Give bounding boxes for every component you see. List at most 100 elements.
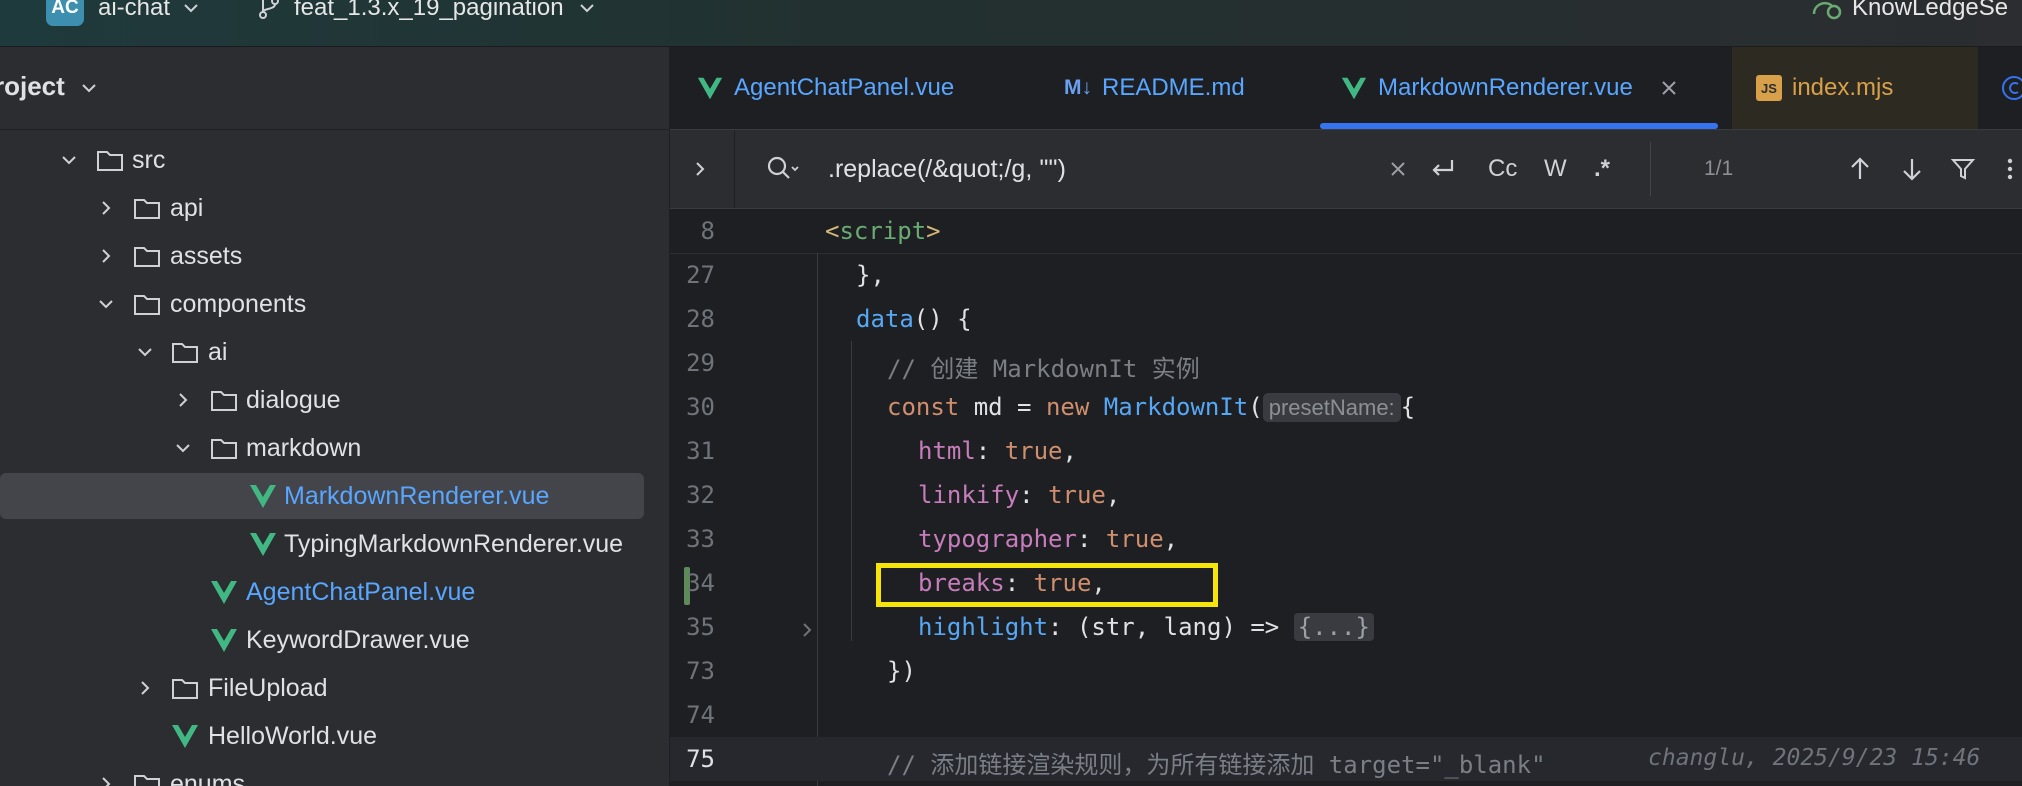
next-occurrence-button[interactable] [1900,130,1924,208]
code-editor[interactable]: 8 <script> 27 }, 28 data() { 29 // 创建 Ma… [670,209,2022,786]
tree-item-fileupload[interactable]: FileUpload [0,665,669,711]
code-line[interactable]: 35 highlight: (str, lang) => {...} [670,605,2022,649]
clear-search-button[interactable] [1388,130,1408,208]
tree-item-src[interactable]: src [0,137,669,183]
vue-icon [1341,77,1367,100]
tree-item-ai[interactable]: ai [0,329,669,375]
project-panel-header: roject [0,47,669,130]
code-text: }) [887,657,916,685]
line-number: 73 [686,657,715,685]
vue-file-icon [170,721,200,751]
tab-label: AgentChatPanel.vue [734,74,955,101]
tree-item-label: api [170,193,204,222]
line-number: 74 [686,701,715,729]
tree-item-typing-markdown-renderer[interactable]: TypingMarkdownRenderer.vue [0,521,669,567]
search-icon [767,156,799,179]
filter-button[interactable] [1950,130,1976,208]
tree-item-assets[interactable]: assets [0,233,669,279]
code-line[interactable]: 34 breaks: true, [670,561,2022,607]
line-number: 30 [686,393,715,421]
code-line[interactable]: 31 html: true, [670,429,2022,473]
fold-chevron-icon[interactable] [798,617,816,645]
project-switcher[interactable]: ai-chat [98,0,202,26]
newline-icon [1432,160,1454,176]
code-text: }, [856,261,885,289]
code-text: const md = new MarkdownIt(presetName:{ [887,393,1416,422]
project-panel: roject src api assets components ai dial… [0,47,670,786]
code-line[interactable]: 29 // 创建 MarkdownIt 实例 [670,341,2022,385]
new-line-button[interactable] [1428,130,1458,208]
match-case-button[interactable]: Cc [1488,130,1517,208]
code-text: <script> [825,217,941,245]
code-line[interactable]: 33 typographer: true, [670,517,2022,561]
close-icon [1391,162,1405,176]
search-history-button[interactable] [766,130,800,208]
chevron-down-icon[interactable] [170,435,196,461]
code-line[interactable]: 32 linkify: true, [670,473,2022,517]
copyright-circle-icon [2002,76,2022,100]
tree-item-markdown[interactable]: markdown [0,425,669,471]
chevron-down-icon[interactable] [56,147,82,173]
title-bar: AC ai-chat feat_1.3.x_19_pagination Know… [0,0,2022,47]
tree-item-components[interactable]: components [0,281,669,327]
folder-icon [132,289,162,319]
vue-icon [697,77,723,100]
regex-button[interactable]: .* [1594,130,1610,208]
tree-item-api[interactable]: api [0,185,669,231]
branch-switcher[interactable]: feat_1.3.x_19_pagination [256,0,598,26]
chevron-right-icon[interactable] [93,243,119,269]
active-tab-indicator [1320,123,1718,129]
tree-item-label: dialogue [246,385,341,414]
tree-item-dialogue[interactable]: dialogue [0,377,669,423]
tab-markdown-renderer[interactable]: MarkdownRenderer.vue [1320,47,1718,129]
search-input[interactable]: .replace(/&quot;/g, '"') [828,130,1066,208]
tab-label: MarkdownRenderer.vue [1378,74,1633,101]
match-count: 1/1 [1704,157,1734,180]
tab-agent-chat-panel[interactable]: AgentChatPanel.vue [696,47,954,129]
folded-region[interactable]: {...} [1293,613,1374,641]
tree-item-label: ai [208,337,228,366]
chevron-right-icon[interactable] [170,387,196,413]
code-line[interactable]: 74 [670,693,2022,737]
previous-occurrence-button[interactable] [1848,130,1872,208]
tree-item-label: HelloWorld.vue [208,721,378,750]
tab-overflow[interactable] [2000,47,2022,129]
current-code-line[interactable]: 75 // 添加链接渲染规则，为所有链接添加 target="_blank" c… [670,737,2022,781]
editor-tab-bar: AgentChatPanel.vue M↓ README.md Markdown… [670,47,2022,130]
chevron-down-icon[interactable] [132,339,158,365]
vue-file-icon [248,481,278,511]
code-text: html: true, [918,437,1077,465]
tab-readme[interactable]: M↓ README.md [1064,47,1245,129]
chevron-right-icon[interactable] [132,675,158,701]
code-line[interactable]: 27 }, [670,253,2022,297]
code-line[interactable]: 73 }) [670,649,2022,693]
tree-item-hello-world[interactable]: HelloWorld.vue [0,713,669,759]
tree-item-label: FileUpload [208,673,328,702]
line-number: 32 [686,481,715,509]
run-config[interactable]: KnowLedgeSe [1810,0,2008,26]
close-icon[interactable] [1659,78,1679,98]
tab-label: README.md [1102,74,1245,101]
more-vertical-icon [2007,158,2013,180]
chevron-down-icon[interactable] [93,291,119,317]
tree-item-keyword-drawer[interactable]: KeywordDrawer.vue [0,617,669,663]
line-number: 33 [686,525,715,553]
tree-item-enums[interactable]: enums [0,761,669,786]
code-line[interactable]: 30 const md = new MarkdownIt(presetName:… [670,385,2022,429]
js-icon: JS [1756,75,1782,101]
whole-words-button[interactable]: W [1544,130,1567,208]
chevron-right-icon[interactable] [93,771,119,786]
tab-index-mjs[interactable]: JS index.mjs [1732,47,1978,129]
tree-item-markdown-renderer[interactable]: MarkdownRenderer.vue [0,473,669,519]
project-badge[interactable]: AC [46,0,84,26]
more-options-button[interactable] [2006,130,2014,208]
chevron-right-icon[interactable] [93,195,119,221]
project-view-selector[interactable]: roject [0,71,100,102]
git-blame-annotation[interactable]: changlu, 2025/9/23 15:46 [1648,745,1980,771]
code-line[interactable]: 28 data() { [670,297,2022,341]
sticky-line[interactable]: 8 <script> [670,209,2022,254]
toggle-replace-button[interactable] [690,130,710,208]
vue-file-icon [248,529,278,559]
tree-item-agent-chat-panel[interactable]: AgentChatPanel.vue [0,569,669,615]
line-number: 27 [686,261,715,289]
